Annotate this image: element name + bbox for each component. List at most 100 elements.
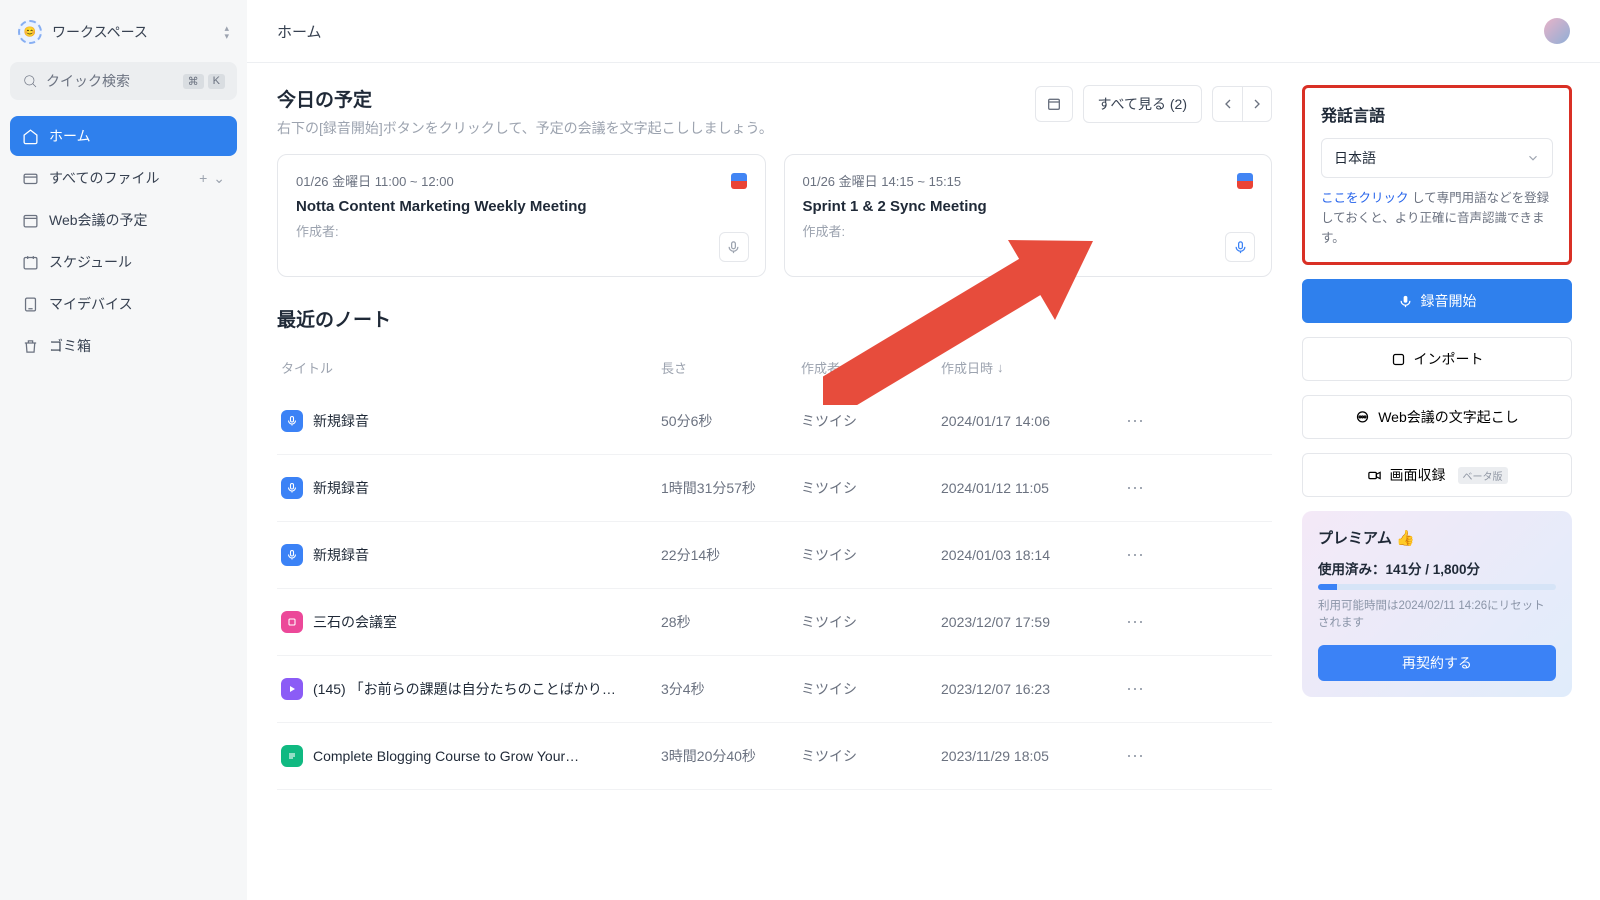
row-more-button[interactable]: ⋯ bbox=[1121, 674, 1151, 704]
language-panel: 発話言語 日本語 ここをクリック して専門用語などを登録しておくと、より正確に音… bbox=[1302, 85, 1572, 265]
search-shortcut: ⌘K bbox=[183, 74, 225, 89]
row-date: 2023/12/07 16:23 bbox=[941, 681, 1121, 697]
file-type-icon bbox=[281, 745, 303, 767]
row-author: ミツイシ bbox=[801, 478, 941, 498]
premium-renew-button[interactable]: 再契約する bbox=[1318, 645, 1556, 681]
schedule-card[interactable]: 01/26 金曜日 14:15 ~ 15:15 Sprint 1 & 2 Syn… bbox=[784, 154, 1273, 277]
row-more-button[interactable]: ⋯ bbox=[1121, 540, 1151, 570]
file-type-icon bbox=[281, 410, 303, 432]
topbar: ホーム bbox=[247, 0, 1600, 63]
file-type-icon bbox=[281, 544, 303, 566]
row-more-button[interactable]: ⋯ bbox=[1121, 741, 1151, 771]
video-icon bbox=[1367, 468, 1382, 483]
row-author: ミツイシ bbox=[801, 679, 941, 699]
chevron-down-icon bbox=[1526, 151, 1540, 165]
sidebar-item-home[interactable]: ホーム bbox=[10, 116, 237, 156]
mic-icon bbox=[286, 549, 298, 561]
beta-badge: ベータ版 bbox=[1458, 467, 1508, 484]
schedule-prev-button[interactable] bbox=[1212, 86, 1242, 122]
web-meeting-transcribe-button[interactable]: Web会議の文字起こし bbox=[1302, 395, 1572, 439]
profile-avatar[interactable] bbox=[1544, 18, 1570, 44]
row-length: 3分4秒 bbox=[661, 679, 801, 699]
schedule-icon bbox=[22, 254, 39, 271]
folder-actions[interactable]: + ⌄ bbox=[199, 170, 225, 187]
table-row[interactable]: Complete Blogging Course to Grow Your…3時… bbox=[277, 723, 1272, 790]
row-author: ミツイシ bbox=[801, 612, 941, 632]
screen-record-button[interactable]: 画面収録ベータ版 bbox=[1302, 453, 1572, 497]
chevron-updown-icon: ▴▾ bbox=[224, 25, 229, 39]
row-title: 新規録音 bbox=[313, 545, 369, 565]
row-date: 2024/01/17 14:06 bbox=[941, 413, 1121, 429]
search-input[interactable]: クイック検索 ⌘K bbox=[10, 62, 237, 100]
plus-icon[interactable]: + bbox=[199, 170, 207, 187]
th-date[interactable]: 作成日時↓ bbox=[941, 358, 1121, 377]
chevron-right-icon bbox=[1249, 96, 1265, 112]
sidebar-item-label: Web会議の予定 bbox=[49, 210, 148, 230]
card-record-button[interactable] bbox=[1225, 232, 1255, 262]
sidebar-item-label: ホーム bbox=[49, 126, 91, 146]
premium-note: 利用可能時間は2024/02/11 14:26にリセットされます bbox=[1318, 598, 1556, 633]
schedule-card[interactable]: 01/26 金曜日 11:00 ~ 12:00 Notta Content Ma… bbox=[277, 154, 766, 277]
table-header: タイトル 長さ 作成者 作成日時↓ bbox=[277, 348, 1272, 388]
terminology-link[interactable]: ここをクリック bbox=[1321, 191, 1409, 205]
card-author: 作成者: bbox=[803, 221, 1254, 240]
import-icon bbox=[1391, 352, 1406, 367]
chevron-left-icon bbox=[1220, 96, 1236, 112]
premium-title: プレミアム 👍 bbox=[1318, 527, 1556, 548]
card-title: Notta Content Marketing Weekly Meeting bbox=[296, 198, 747, 215]
table-row[interactable]: 三石の会議室28秒ミツイシ2023/12/07 17:59⋯ bbox=[277, 589, 1272, 656]
page-title: ホーム bbox=[277, 21, 322, 42]
sidebar-item-trash[interactable]: ゴミ箱 bbox=[10, 326, 237, 366]
th-length[interactable]: 長さ bbox=[661, 358, 801, 377]
schedule-next-button[interactable] bbox=[1242, 86, 1272, 122]
sidebar-item-all-files[interactable]: すべてのファイル + ⌄ bbox=[10, 158, 237, 198]
sidebar-item-label: すべてのファイル bbox=[49, 168, 159, 188]
row-date: 2023/12/07 17:59 bbox=[941, 614, 1121, 630]
sidebar-item-schedule[interactable]: スケジュール bbox=[10, 242, 237, 282]
sidebar-item-my-device[interactable]: マイデバイス bbox=[10, 284, 237, 324]
workspace-name: ワークスペース bbox=[52, 22, 148, 42]
record-start-button[interactable]: 録音開始 bbox=[1302, 279, 1572, 323]
row-more-button[interactable]: ⋯ bbox=[1121, 607, 1151, 637]
row-length: 50分6秒 bbox=[661, 411, 801, 431]
file-type-icon bbox=[281, 477, 303, 499]
row-title: 新規録音 bbox=[313, 411, 369, 431]
sidebar-item-label: ゴミ箱 bbox=[49, 336, 91, 356]
calendar-today-button[interactable] bbox=[1035, 86, 1073, 122]
table-row[interactable]: 新規録音1時間31分57秒ミツイシ2024/01/12 11:05⋯ bbox=[277, 455, 1272, 522]
th-title[interactable]: タイトル bbox=[281, 358, 661, 377]
main: ホーム 今日の予定 右下の[録音開始]ボタンをクリックして、予定の会議を文字起こ… bbox=[247, 0, 1600, 900]
row-length: 22分14秒 bbox=[661, 545, 801, 565]
row-more-button[interactable]: ⋯ bbox=[1121, 473, 1151, 503]
card-time: 01/26 金曜日 14:15 ~ 15:15 bbox=[803, 171, 962, 190]
chevron-down-icon[interactable]: ⌄ bbox=[213, 170, 225, 187]
row-title: (145) 「お前らの課題は自分たちのことばかり… bbox=[313, 679, 616, 699]
table-row[interactable]: (145) 「お前らの課題は自分たちのことばかり… 3分4秒ミツイシ2023/12… bbox=[277, 656, 1272, 723]
premium-usage: 使用済み：141分 / 1,800分 bbox=[1318, 558, 1556, 578]
right-panel: 発話言語 日本語 ここをクリック して専門用語などを登録しておくと、より正確に音… bbox=[1302, 63, 1572, 900]
card-author: 作成者: bbox=[296, 221, 747, 240]
sidebar-item-web-meetings[interactable]: Web会議の予定 bbox=[10, 200, 237, 240]
workspace-selector[interactable]: 😊 ワークスペース ▴▾ bbox=[10, 16, 237, 62]
table-row[interactable]: 新規録音22分14秒ミツイシ2024/01/03 18:14⋯ bbox=[277, 522, 1272, 589]
language-label: 発話言語 bbox=[1321, 102, 1553, 126]
view-all-button[interactable]: すべて見る (2) bbox=[1083, 85, 1202, 123]
calendar-icon bbox=[22, 212, 39, 229]
mic-icon bbox=[286, 482, 298, 494]
sidebar-nav: ホーム すべてのファイル + ⌄ Web会議の予定 スケジュール マイデバイ bbox=[10, 116, 237, 366]
language-select[interactable]: 日本語 bbox=[1321, 138, 1553, 178]
card-record-button[interactable] bbox=[719, 232, 749, 262]
recent-notes-title: 最近のノート bbox=[277, 305, 1272, 332]
mic-icon bbox=[1398, 294, 1413, 309]
table-row[interactable]: 新規録音50分6秒ミツイシ2024/01/17 14:06⋯ bbox=[277, 388, 1272, 455]
row-title: 三石の会議室 bbox=[313, 612, 397, 632]
row-more-button[interactable]: ⋯ bbox=[1121, 406, 1151, 436]
import-button[interactable]: インポート bbox=[1302, 337, 1572, 381]
calendar-icon bbox=[1046, 96, 1062, 112]
chat-icon bbox=[1355, 410, 1370, 425]
th-author[interactable]: 作成者 bbox=[801, 358, 941, 377]
schedule-subtitle: 右下の[録音開始]ボタンをクリックして、予定の会議を文字起こししましょう。 bbox=[277, 118, 773, 138]
mic-icon bbox=[1233, 240, 1248, 255]
folder-icon bbox=[22, 170, 39, 187]
home-icon bbox=[22, 128, 39, 145]
